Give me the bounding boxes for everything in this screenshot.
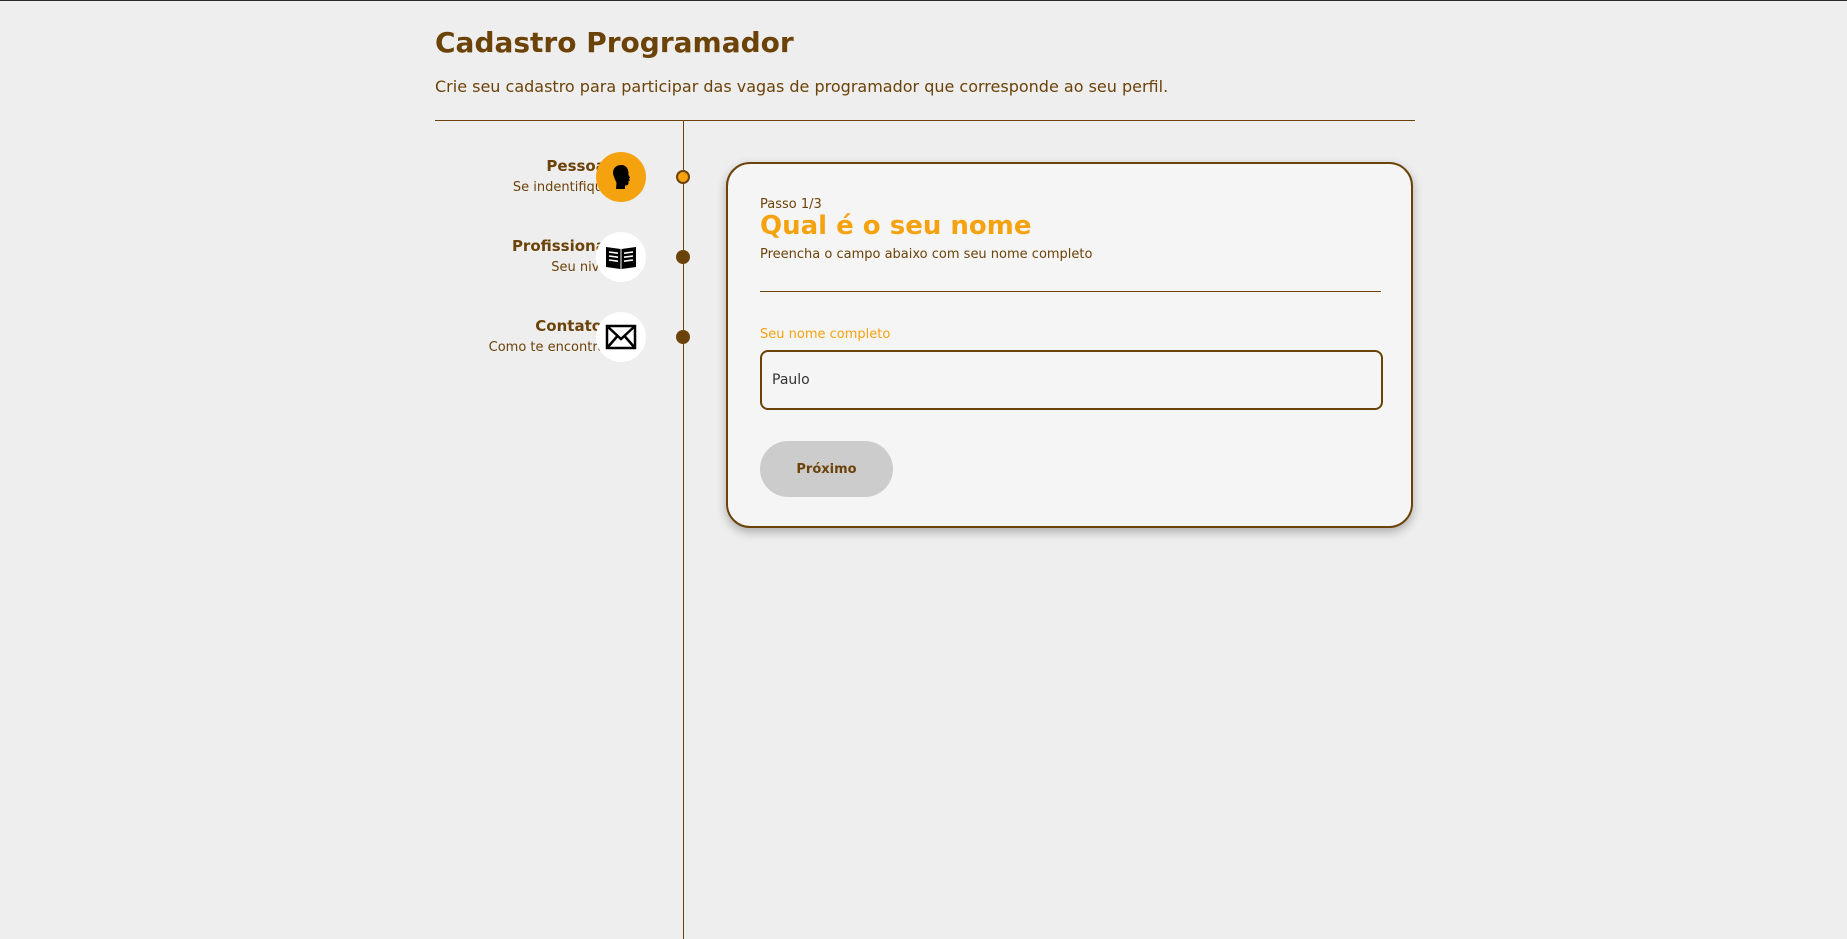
step-title: Contatos bbox=[535, 317, 611, 335]
step-pessoal[interactable]: Pessoal Se indentifique bbox=[435, 152, 705, 204]
page-subtitle: Crie seu cadastro para participar das va… bbox=[435, 77, 1169, 96]
envelope-icon bbox=[596, 312, 646, 362]
question-description: Preencha o campo abaixo com seu nome com… bbox=[760, 247, 1093, 262]
card-divider bbox=[760, 291, 1381, 292]
question-title: Qual é o seu nome bbox=[760, 211, 1032, 241]
step-indicator-dot bbox=[676, 330, 690, 344]
step-contatos[interactable]: Contatos Como te encontrar bbox=[435, 312, 705, 364]
step-text: Contatos Como te encontrar bbox=[489, 316, 611, 358]
head-silhouette-icon bbox=[596, 152, 646, 202]
full-name-label: Seu nome completo bbox=[760, 327, 891, 342]
step-indicator-dot bbox=[676, 170, 690, 184]
step-counter: Passo 1/3 bbox=[760, 197, 822, 212]
form-card: Passo 1/3 Qual é o seu nome Preencha o c… bbox=[726, 162, 1413, 528]
page-title: Cadastro Programador bbox=[435, 26, 794, 59]
step-description: Como te encontrar bbox=[488, 340, 611, 355]
step-indicator-dot bbox=[676, 250, 690, 264]
full-name-input[interactable] bbox=[760, 350, 1383, 410]
page-container: Cadastro Programador Crie seu cadastro p… bbox=[435, 1, 1415, 939]
book-icon bbox=[596, 232, 646, 282]
step-profissional[interactable]: Profissional Seu nivel bbox=[435, 232, 705, 284]
header-divider bbox=[435, 120, 1415, 121]
next-button[interactable]: Próximo bbox=[760, 441, 893, 497]
